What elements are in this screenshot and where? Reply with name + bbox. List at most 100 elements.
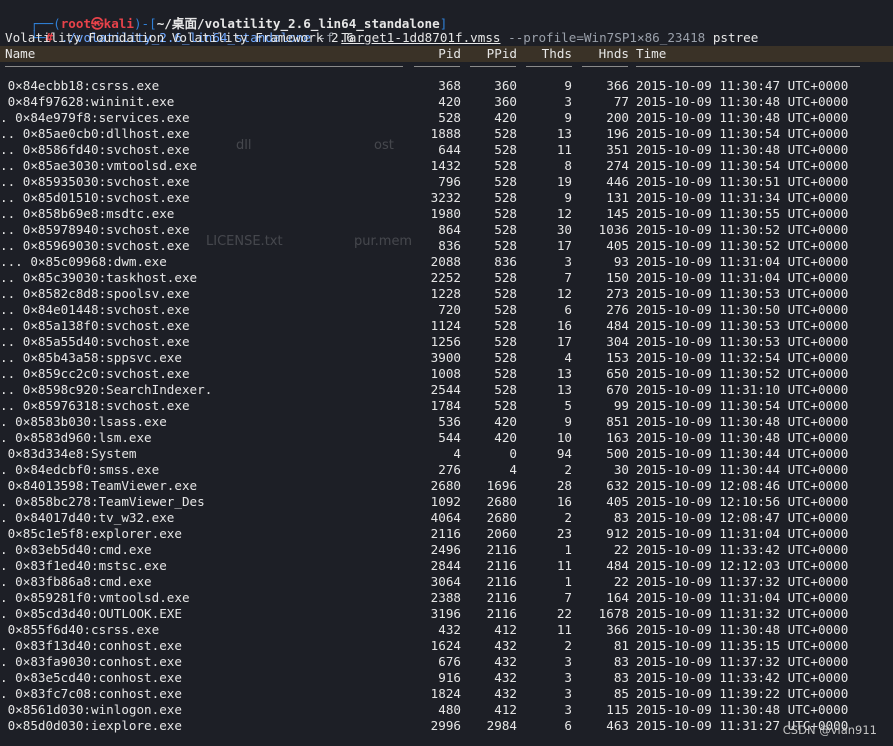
table-row: 0×84ecbb18:csrss.exe 368 360 9 366 2015-10-09… <box>0 78 893 94</box>
table-row: .. 0×8582c8d8:spoolsv.exe 1228 528 12 273 201… <box>0 286 893 302</box>
process-name: 0×84013598:TeamViewer.exe <box>0 478 198 493</box>
process-handles: 153 <box>606 350 629 365</box>
col-thds: Thds <box>541 46 572 61</box>
process-handles: 200 <box>606 110 629 125</box>
header-rule <box>526 66 572 67</box>
process-threads: 16 <box>556 318 572 333</box>
process-ppid: 2116 <box>486 606 517 621</box>
process-ppid: 412 <box>494 622 517 637</box>
process-threads: 16 <box>556 494 572 509</box>
process-threads: 7 <box>564 590 572 605</box>
process-pid: 4064 <box>430 510 461 525</box>
table-row: .. 0×858b69e8:msdtc.exe 1980 528 12 145 2015-… <box>0 206 893 222</box>
process-name: . 0×83e5cd40:conhost.exe <box>0 670 182 685</box>
process-time: 2015-10-09 11:33:42 UTC+0000 <box>636 542 849 557</box>
process-threads: 6 <box>564 302 572 317</box>
table-row: .. 0×85d01510:svchost.exe 3232 528 9 131 2015… <box>0 190 893 206</box>
process-ppid: 528 <box>494 334 517 349</box>
table-row: .. 0×85976318:svchost.exe 1784 528 5 99 2015-… <box>0 398 893 414</box>
process-pid: 528 <box>438 110 461 125</box>
table-row: . 0×8583d960:lsm.exe 544 420 10 163 2015-10-0… <box>0 430 893 446</box>
process-time: 2015-10-09 12:12:03 UTC+0000 <box>636 558 849 573</box>
process-time: 2015-10-09 11:30:48 UTC+0000 <box>636 110 849 125</box>
process-time: 2015-10-09 11:30:48 UTC+0000 <box>636 414 849 429</box>
process-handles: 632 <box>606 478 629 493</box>
process-handles: 22 <box>613 574 629 589</box>
process-time: 2015-10-09 11:30:52 UTC+0000 <box>636 238 849 253</box>
process-threads: 22 <box>556 606 572 621</box>
table-row: . 0×85cd3d40:OUTLOOK.EXE 3196 2116 22 1678 20… <box>0 606 893 622</box>
table-row: . 0×83fb86a8:cmd.exe 3064 2116 1 22 2015-10-0… <box>0 574 893 590</box>
process-handles: 83 <box>613 510 629 525</box>
process-handles: 274 <box>606 158 629 173</box>
process-handles: 484 <box>606 318 629 333</box>
process-ppid: 528 <box>494 190 517 205</box>
watermark: CSDN @vlan911 <box>782 723 877 737</box>
header-rule <box>582 66 628 67</box>
table-row: .. 0×85ae0cb0:dllhost.exe 1888 528 13 196 201… <box>0 126 893 142</box>
table-row: . 0×83fa9030:conhost.exe 676 432 3 83 2015-10… <box>0 654 893 670</box>
process-ppid: 528 <box>494 142 517 157</box>
process-name: . 0×84017d40:tv_w32.exe <box>0 510 175 525</box>
process-handles: 650 <box>606 366 629 381</box>
header-rule <box>636 66 860 67</box>
process-threads: 9 <box>564 414 572 429</box>
process-time: 2015-10-09 11:30:53 UTC+0000 <box>636 318 849 333</box>
process-pid: 420 <box>438 94 461 109</box>
process-ppid: 360 <box>494 78 517 93</box>
process-name: 0×855f6d40:csrss.exe <box>0 622 160 637</box>
framework-banner: Volatility Foundation Volatility Framewo… <box>5 30 354 45</box>
process-time: 2015-10-09 11:30:50 UTC+0000 <box>636 302 849 317</box>
table-row: .. 0×8598c920:SearchIndexer. 2544 528 13 670… <box>0 382 893 398</box>
process-time: 2015-10-09 11:30:48 UTC+0000 <box>636 430 849 445</box>
process-threads: 5 <box>564 398 572 413</box>
process-handles: 351 <box>606 142 629 157</box>
process-name: . 0×83f13d40:conhost.exe <box>0 638 182 653</box>
process-time: 2015-10-09 11:30:52 UTC+0000 <box>636 222 849 237</box>
process-pid: 2844 <box>430 558 461 573</box>
process-handles: 912 <box>606 526 629 541</box>
process-name: .. 0×8586fd40:svchost.exe <box>0 142 190 157</box>
process-ppid: 528 <box>494 366 517 381</box>
process-pid: 276 <box>438 462 461 477</box>
table-row: .. 0×85ae3030:vmtoolsd.exe 1432 528 8 274 201… <box>0 158 893 174</box>
process-name: . 0×83fa9030:conhost.exe <box>0 654 182 669</box>
process-pid: 2252 <box>430 270 461 285</box>
desktop-label: dll <box>236 138 252 153</box>
process-ppid: 528 <box>494 350 517 365</box>
process-threads: 3 <box>564 702 572 717</box>
command-line[interactable]: └─# ./volatility_2.6_lin64_standalone -f… <box>0 14 758 45</box>
process-ppid: 2984 <box>486 718 517 733</box>
process-ppid: 0 <box>509 446 517 461</box>
process-ppid: 528 <box>494 238 517 253</box>
process-time: 2015-10-09 11:30:48 UTC+0000 <box>636 622 849 637</box>
process-ppid: 836 <box>494 254 517 269</box>
process-time: 2015-10-09 11:31:04 UTC+0000 <box>636 590 849 605</box>
process-pid: 644 <box>438 142 461 157</box>
process-time: 2015-10-09 11:30:44 UTC+0000 <box>636 462 849 477</box>
process-threads: 1 <box>564 574 572 589</box>
table-row: 0×85c1e5f8:explorer.exe 2116 2060 23 912 2015… <box>0 526 893 542</box>
process-name: . 0×85cd3d40:OUTLOOK.EXE <box>0 606 182 621</box>
process-pid: 2496 <box>430 542 461 557</box>
table-row: 0×84013598:TeamViewer.exe 2680 1696 28 632 20… <box>0 478 893 494</box>
process-time: 2015-10-09 11:37:32 UTC+0000 <box>636 574 849 589</box>
col-time: Time <box>636 46 667 61</box>
process-time: 2015-10-09 11:37:32 UTC+0000 <box>636 654 849 669</box>
process-time: 2015-10-09 11:39:22 UTC+0000 <box>636 686 849 701</box>
process-ppid: 528 <box>494 158 517 173</box>
process-time: 2015-10-09 11:31:32 UTC+0000 <box>636 606 849 621</box>
terminal-window[interactable]: ┌──(root㉿kali)-[~/桌面/volatility_2.6_lin6… <box>0 0 893 746</box>
process-ppid: 1696 <box>486 478 517 493</box>
table-row: . 0×83eb5d40:cmd.exe 2496 2116 1 22 2015-10-0… <box>0 542 893 558</box>
process-ppid: 528 <box>494 222 517 237</box>
process-name: . 0×84e979f8:services.exe <box>0 110 190 125</box>
process-name: .. 0×85a138f0:svchost.exe <box>0 318 190 333</box>
table-row: . 0×84edcbf0:smss.exe 276 4 2 30 2015-10-09 1… <box>0 462 893 478</box>
process-time: 2015-10-09 11:32:54 UTC+0000 <box>636 350 849 365</box>
table-row: 0×83d334e8:System 4 0 94 500 2015-10-09 11:30… <box>0 446 893 462</box>
process-ppid: 528 <box>494 398 517 413</box>
process-name: 0×85c1e5f8:explorer.exe <box>0 526 182 541</box>
process-time: 2015-10-09 11:30:44 UTC+0000 <box>636 446 849 461</box>
process-threads: 12 <box>556 206 572 221</box>
